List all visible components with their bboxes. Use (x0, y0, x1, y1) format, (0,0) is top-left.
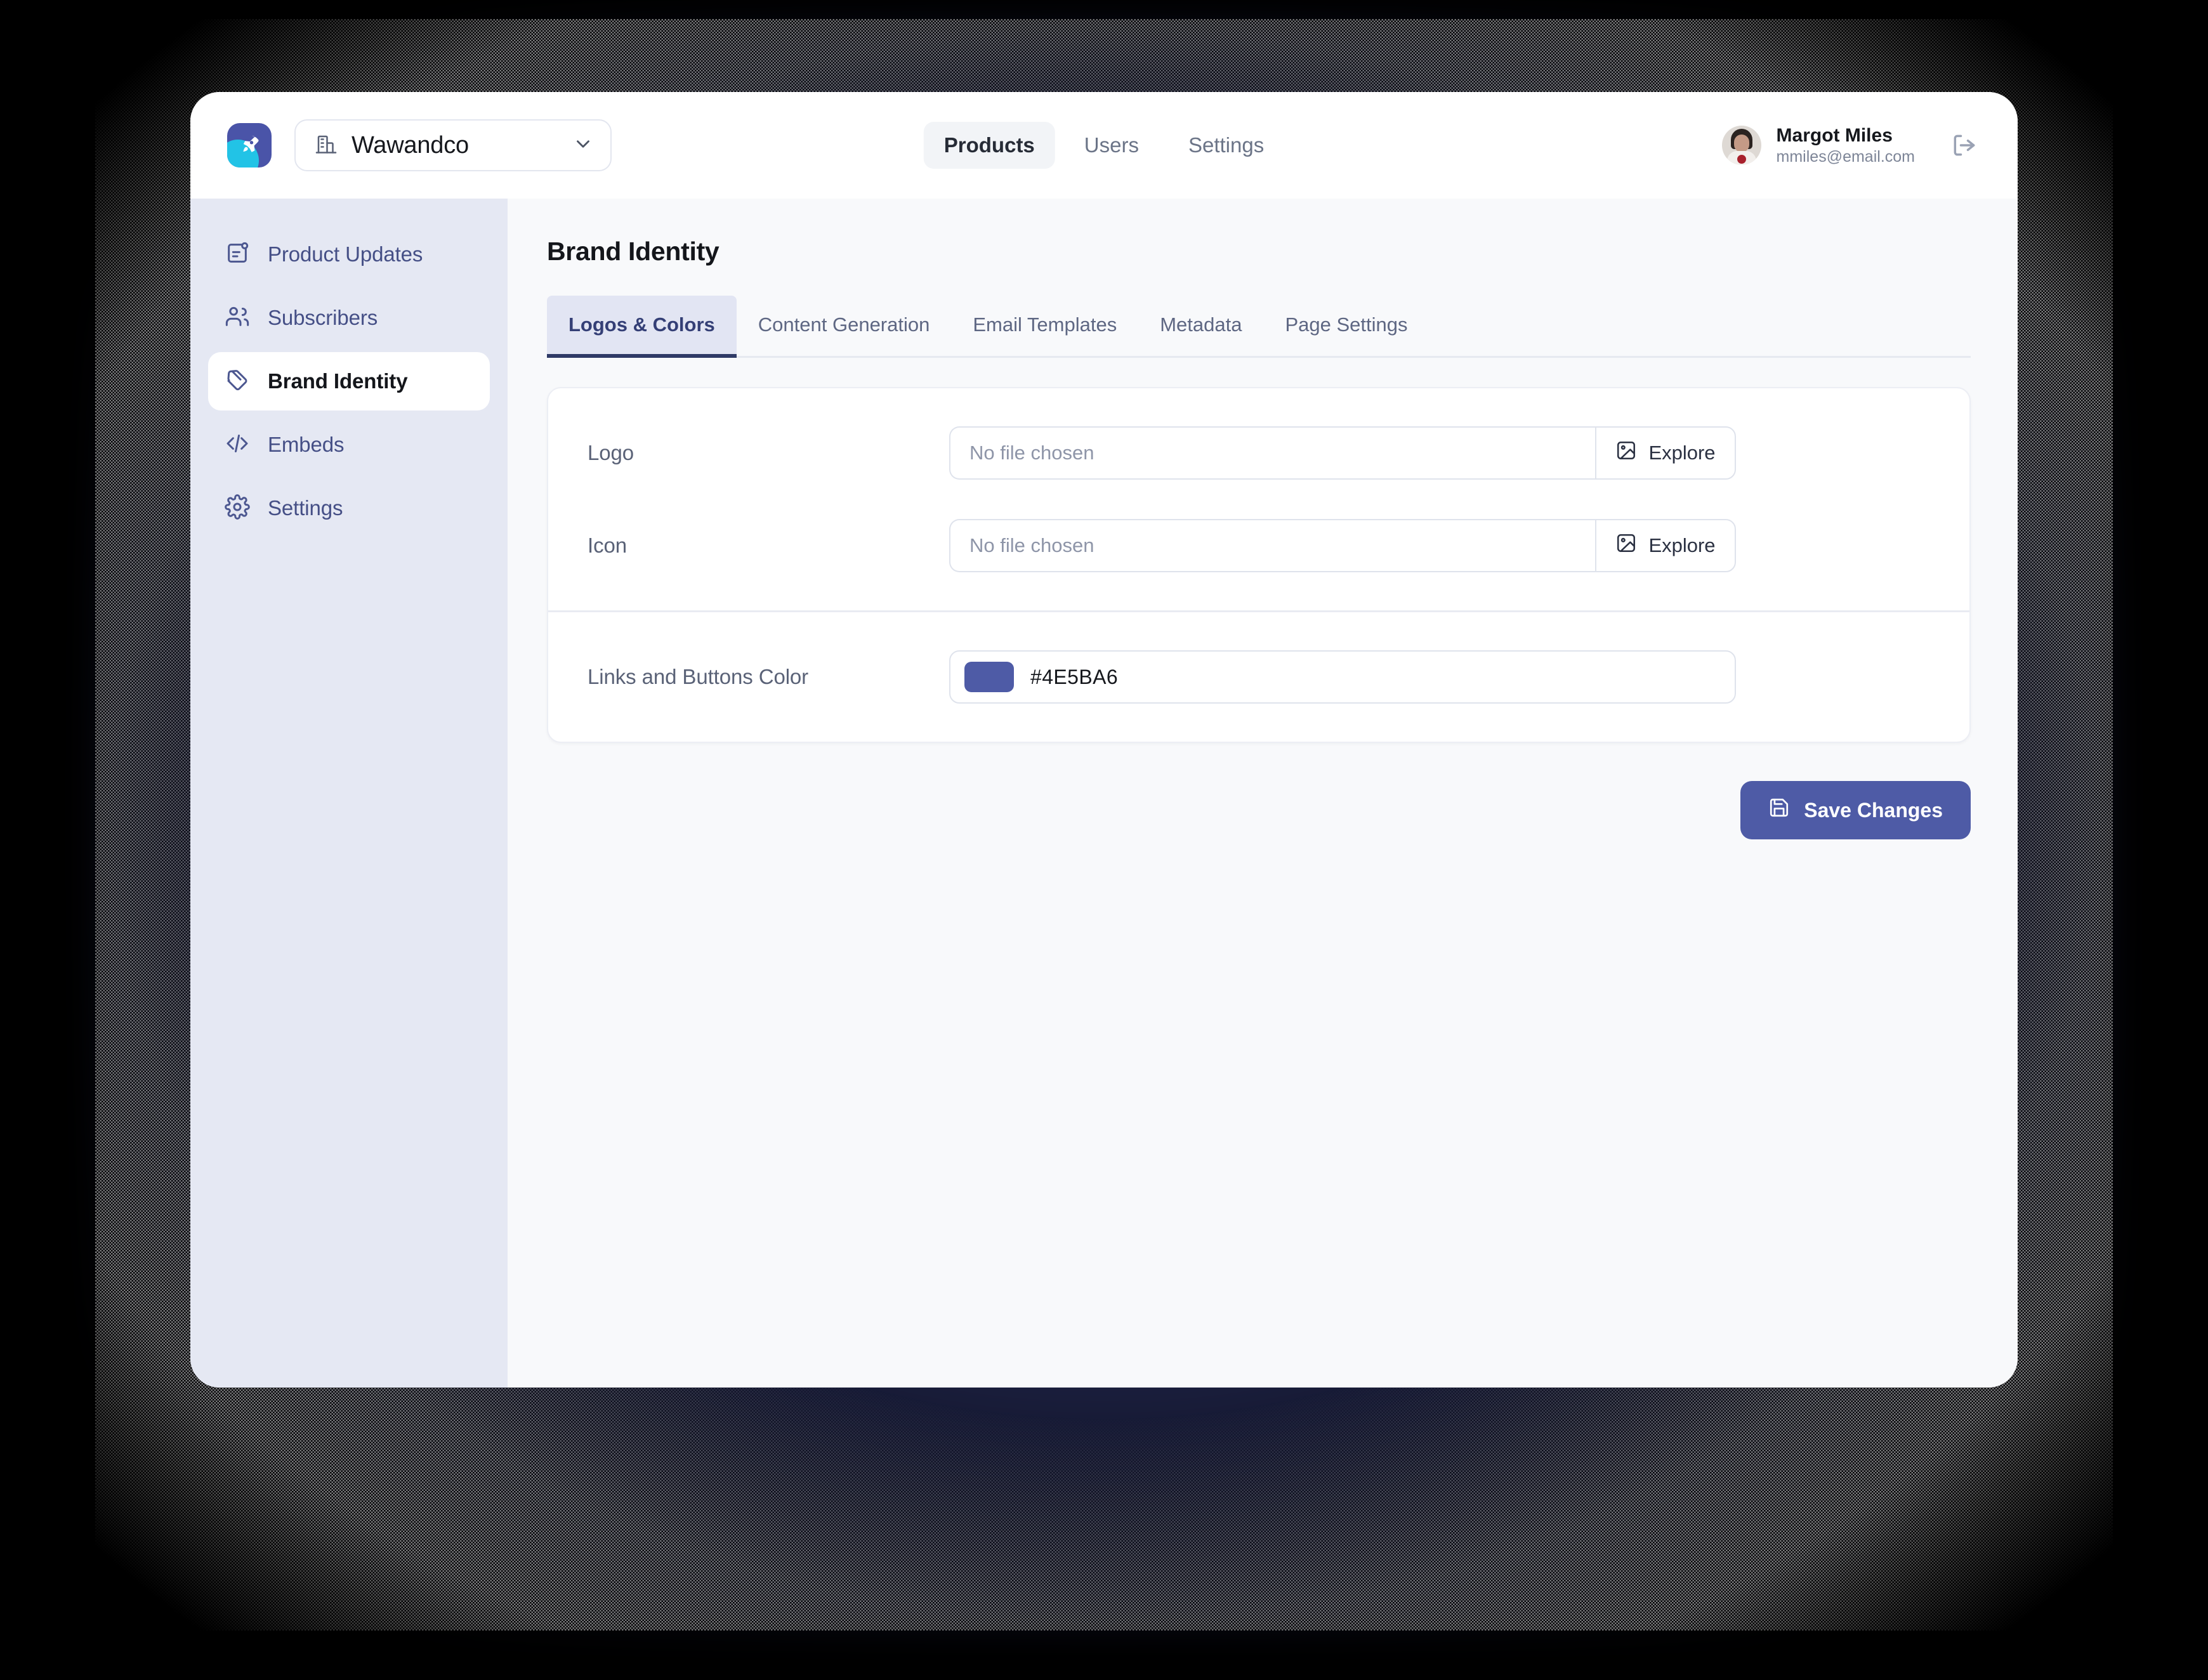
tab-content-generation[interactable]: Content Generation (737, 296, 952, 358)
window-body: Product Updates Subscribers Brand Identi… (190, 199, 2018, 1388)
topnav-item-products[interactable]: Products (923, 122, 1055, 169)
color-swatch[interactable] (964, 662, 1014, 692)
tab-page-settings[interactable]: Page Settings (1263, 296, 1429, 358)
logo-explore-button[interactable]: Explore (1595, 426, 1736, 480)
icon-file-control: No file chosen Explore (949, 519, 1736, 572)
app-window: Wawandco Products Users Settings Margot … (190, 92, 2018, 1388)
tab-logos-and-colors[interactable]: Logos & Colors (547, 296, 737, 358)
code-icon (225, 431, 250, 459)
links-color-row: Links and Buttons Color #4E5BA6 (588, 646, 1930, 707)
desktop-backdrop: Wawandco Products Users Settings Margot … (0, 0, 2208, 1680)
save-changes-button[interactable]: Save Changes (1740, 781, 1971, 839)
product-updates-icon (225, 240, 250, 269)
icon-row: Icon No file chosen Explore (588, 515, 1930, 576)
logo-label: Logo (588, 441, 634, 464)
image-icon (1615, 532, 1637, 559)
gear-icon (225, 494, 250, 523)
top-bar: Wawandco Products Users Settings Margot … (190, 92, 2018, 199)
icon-explore-label: Explore (1648, 534, 1716, 556)
tag-icon (225, 367, 250, 396)
sidebar-item-label: Brand Identity (268, 369, 408, 393)
page-title: Brand Identity (547, 237, 720, 266)
brand-area: Wawandco (227, 119, 612, 171)
files-section: Logo No file chosen Explore Icon No file… (548, 388, 1969, 610)
chevron-down-icon (572, 133, 594, 158)
image-icon (1615, 440, 1637, 466)
user-email: mmiles@email.com (1776, 148, 1915, 166)
tab-email-templates[interactable]: Email Templates (951, 296, 1138, 358)
color-section: Links and Buttons Color #4E5BA6 (548, 610, 1969, 742)
main-content: Brand Identity Logos & Colors Content Ge… (508, 199, 2018, 1388)
org-switcher-value: Wawandco (352, 131, 469, 159)
sidebar-item-settings[interactable]: Settings (208, 479, 490, 537)
sidebar-item-label: Subscribers (268, 306, 378, 329)
sidebar-item-label: Settings (268, 496, 343, 520)
card-actions: Save Changes (547, 781, 1971, 839)
icon-label: Icon (588, 534, 627, 557)
logo-file-control: No file chosen Explore (949, 426, 1736, 480)
tab-metadata[interactable]: Metadata (1138, 296, 1263, 358)
user-area: Margot Miles mmiles@email.com (1721, 124, 1978, 167)
topnav-item-settings[interactable]: Settings (1168, 122, 1284, 169)
tab-bar: Logos & Colors Content Generation Email … (547, 296, 1971, 358)
org-switcher[interactable]: Wawandco (294, 119, 612, 171)
logo-explore-label: Explore (1648, 442, 1716, 464)
logo-row: Logo No file chosen Explore (588, 423, 1930, 483)
topnav-item-users[interactable]: Users (1064, 122, 1159, 169)
sidebar-item-brand-identity[interactable]: Brand Identity (208, 352, 490, 410)
logo-file-input[interactable]: No file chosen (949, 426, 1595, 480)
sidebar-item-label: Product Updates (268, 242, 423, 266)
logout-icon[interactable] (1950, 131, 1978, 159)
user-profile[interactable]: Margot Miles mmiles@email.com (1721, 124, 1915, 167)
sidebar-item-embeds[interactable]: Embeds (208, 416, 490, 474)
links-color-label: Links and Buttons Color (588, 665, 809, 688)
save-icon (1768, 797, 1790, 824)
subscribers-icon (225, 304, 250, 332)
sidebar-item-product-updates[interactable]: Product Updates (208, 225, 490, 284)
brand-identity-card: Logo No file chosen Explore Icon No file… (547, 387, 1971, 743)
save-changes-label: Save Changes (1804, 798, 1943, 822)
building-icon (315, 133, 338, 159)
user-name: Margot Miles (1776, 124, 1893, 146)
top-navigation: Products Users Settings (923, 122, 1284, 169)
color-hex-value: #4E5BA6 (1030, 665, 1119, 688)
sidebar: Product Updates Subscribers Brand Identi… (190, 199, 508, 1388)
icon-explore-button[interactable]: Explore (1595, 519, 1736, 572)
links-color-input[interactable]: #4E5BA6 (949, 650, 1736, 704)
sidebar-item-subscribers[interactable]: Subscribers (208, 289, 490, 347)
sidebar-item-label: Embeds (268, 433, 345, 456)
icon-file-input[interactable]: No file chosen (949, 519, 1595, 572)
avatar (1721, 126, 1761, 165)
rocket-icon (227, 123, 272, 167)
